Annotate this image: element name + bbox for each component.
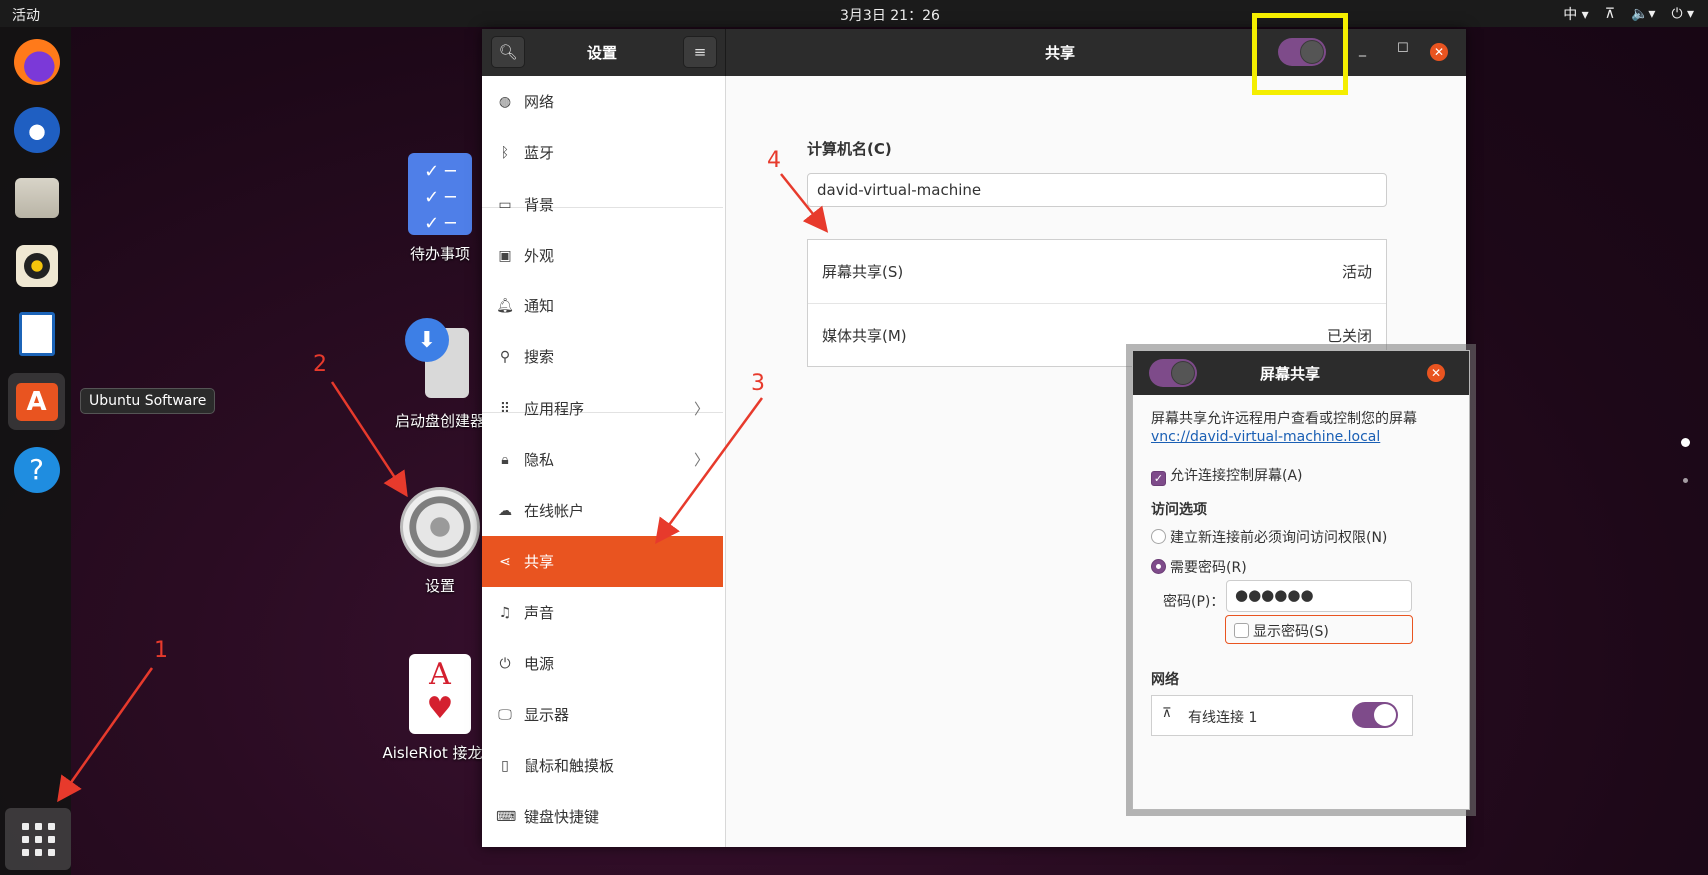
arrow-1: [57, 667, 154, 803]
annotation-number: 4: [767, 148, 781, 173]
annotation-number: 1: [154, 638, 168, 663]
annotation-arrows: [57, 173, 829, 803]
annotation-number: 3: [751, 371, 765, 396]
annotation-number: 2: [313, 352, 327, 377]
arrow-2: [330, 381, 408, 498]
arrow-3: [655, 397, 764, 545]
arrow-4: [780, 173, 829, 233]
